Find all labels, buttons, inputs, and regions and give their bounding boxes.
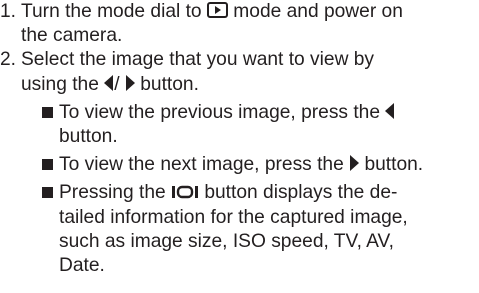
instruction-document: 1. Turn the mode dial to mode and power … xyxy=(0,0,479,278)
left-arrow-icon xyxy=(104,74,114,91)
bullet-2-text-after: button. xyxy=(364,154,424,176)
step-2-number: 2. xyxy=(0,49,17,71)
bullet-3-text-after: button displays the de- xyxy=(204,182,398,204)
bullet-2-text: To view the next image, press the xyxy=(59,154,344,176)
step-2-line-2a: using the xyxy=(21,73,99,95)
step-1-text-a: Turn the mode dial to xyxy=(21,1,202,22)
right-arrow-icon xyxy=(125,74,135,91)
step-1-text-b: mode and power on xyxy=(233,1,403,22)
slash-separator: / xyxy=(114,73,120,95)
bullet-square-icon xyxy=(42,187,53,199)
step-2-line-2b: button. xyxy=(140,73,199,95)
left-arrow-icon xyxy=(385,102,395,119)
playback-mode-icon xyxy=(206,1,228,18)
bullet-3-line-3: such as image size, ISO speed, TV, AV, xyxy=(59,230,394,252)
bullet-3-line-4: Date. xyxy=(59,255,105,277)
step-1: 1. Turn the mode dial to mode and power … xyxy=(0,0,479,48)
list-item: Pressing the button displays the de- tai… xyxy=(21,181,479,278)
bullet-square-icon xyxy=(42,106,53,118)
display-button-icon xyxy=(171,183,199,199)
bullet-1-text-2: button. xyxy=(59,126,118,148)
bullet-3-text: Pressing the xyxy=(59,182,166,204)
step-2: 2. Select the image that you want to vie… xyxy=(0,48,479,278)
step-1-number: 1. xyxy=(0,1,17,22)
step-2-line-1: Select the image that you want to view b… xyxy=(21,49,375,71)
bullet-3-line-2: tailed information for the captured imag… xyxy=(59,206,408,228)
list-item: To view the next image, press the button… xyxy=(21,153,479,177)
list-item: To view the previous image, press the bu… xyxy=(21,101,479,149)
step-1-text-c: the camera. xyxy=(21,25,123,47)
bullet-square-icon xyxy=(42,159,53,171)
bullet-1-text: To view the previous image, press the xyxy=(59,101,381,123)
bullet-list: To view the previous image, press the bu… xyxy=(21,101,479,278)
right-arrow-icon xyxy=(349,155,360,172)
